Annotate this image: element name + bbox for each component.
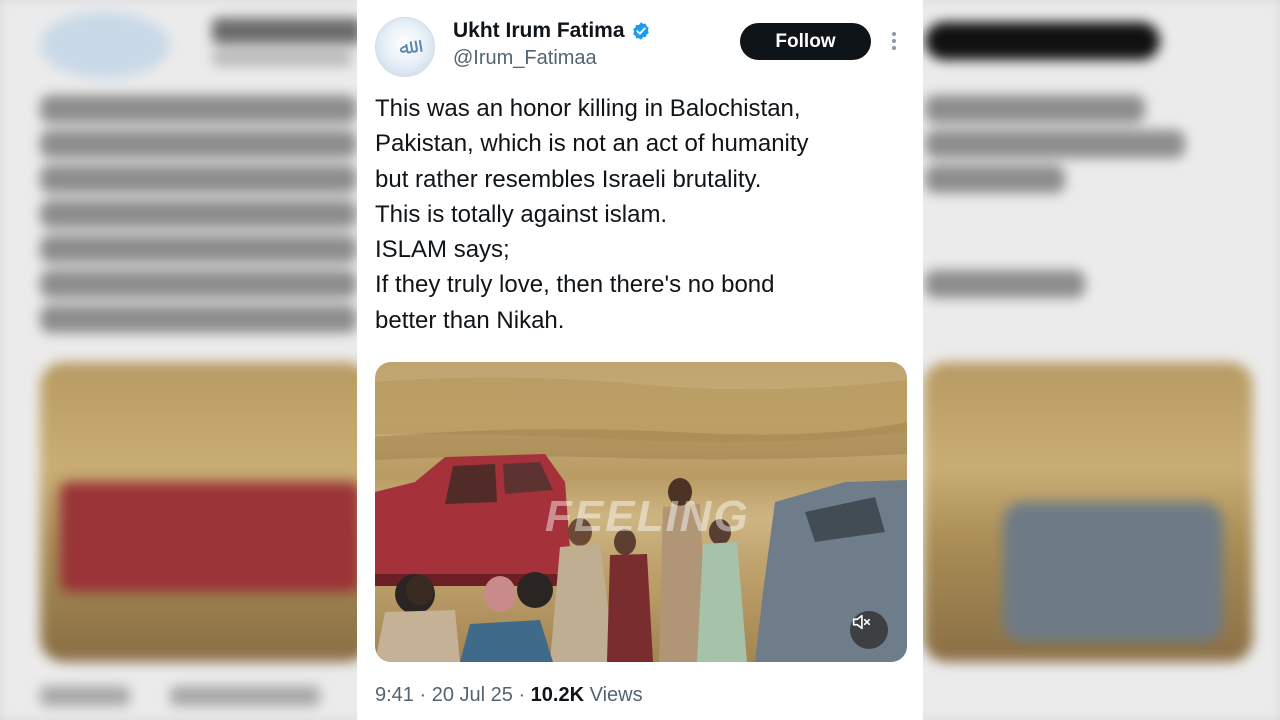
author-name-row[interactable]: Ukht Irum Fatima bbox=[453, 19, 651, 43]
follow-button[interactable]: Follow bbox=[740, 23, 871, 60]
tweet-text: This was an honor killing in Balochistan… bbox=[375, 91, 910, 338]
video-watermark: FEELING bbox=[545, 492, 750, 541]
mute-toggle-button[interactable] bbox=[850, 611, 888, 649]
tweet-video[interactable]: FEELING bbox=[375, 362, 907, 662]
views-count: 10.2K bbox=[530, 684, 585, 706]
meta-separator: · bbox=[518, 684, 531, 706]
author-handle[interactable]: @Irum_Fatimaa bbox=[453, 47, 597, 70]
tweet-time[interactable]: 9:41 bbox=[375, 684, 414, 706]
tweet-line: If they truly love, then there's no bond bbox=[375, 271, 775, 299]
views-label: Views bbox=[589, 684, 643, 706]
tweet-line: ISLAM says; bbox=[375, 236, 510, 264]
verified-badge-icon bbox=[632, 22, 649, 40]
tweet-line: Pakistan, which is not an act of humanit… bbox=[375, 130, 809, 158]
more-dots-icon[interactable] bbox=[886, 29, 902, 53]
tweet-line: better than Nikah. bbox=[375, 306, 565, 334]
author-display-name[interactable]: Ukht Irum Fatima bbox=[453, 19, 625, 43]
tweet-line: This was an honor killing in Balochistan… bbox=[375, 95, 801, 122]
tweet-line: but rather resembles Israeli brutality. bbox=[375, 165, 762, 193]
speaker-muted-icon bbox=[852, 614, 871, 630]
tweet-line: This is totally against islam. bbox=[375, 200, 668, 228]
author-avatar[interactable]: ﷲ bbox=[375, 17, 435, 77]
tweet-meta: 9:41 · 20 Jul 25 · 10.2K Views bbox=[375, 684, 643, 707]
calligraphy-avatar-icon: ﷲ bbox=[397, 34, 413, 60]
meta-separator: · bbox=[419, 684, 432, 706]
tweet-date[interactable]: 20 Jul 25 bbox=[432, 684, 513, 706]
tweet-card: ﷲ Ukht Irum Fatima @Irum_Fatimaa Follow … bbox=[357, 0, 923, 720]
